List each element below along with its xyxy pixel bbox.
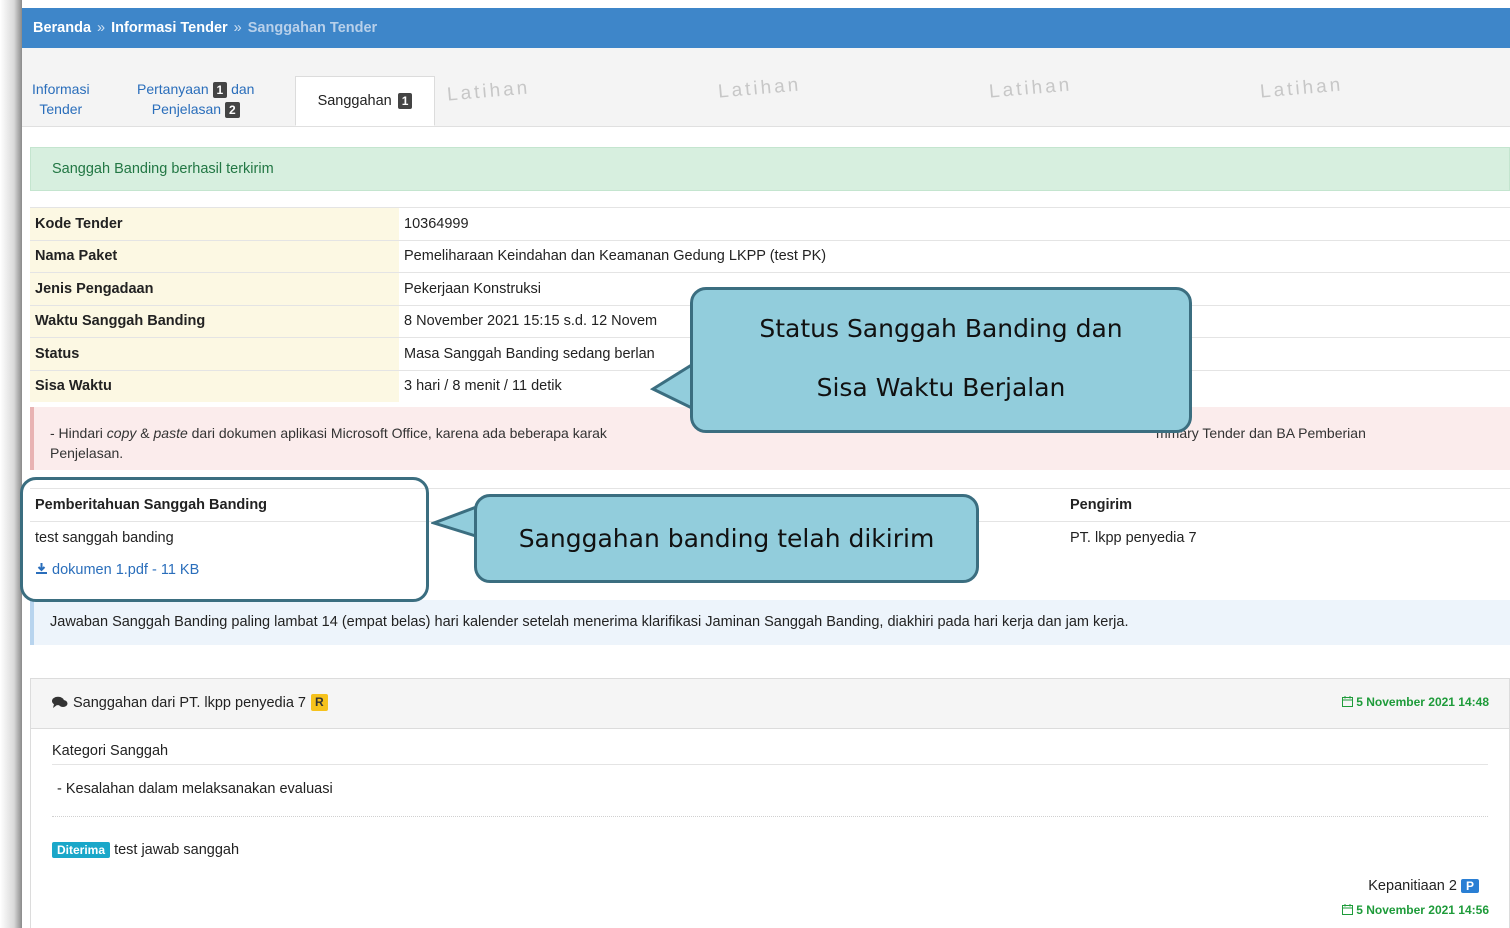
page-shadow	[0, 0, 22, 928]
row-key: Jenis Pengadaan	[30, 272, 399, 305]
row-value: 10364999	[399, 207, 1510, 240]
tab-pertanyaan-penjelasan[interactable]: Pertanyaan 1 dan Penjelasan 2	[137, 79, 254, 119]
status-callout: Status Sanggah Banding dan Sisa Waktu Be…	[690, 287, 1192, 433]
divider	[52, 816, 1488, 817]
warning-text: copy	[106, 425, 137, 441]
warning-text: dari dokumen aplikasi Microsoft Office, …	[187, 425, 607, 441]
row-key: Waktu Sanggah Banding	[30, 304, 399, 338]
row-key: Status	[30, 337, 399, 370]
breadcrumb-separator: »	[97, 20, 106, 36]
warning-text: - Hindari	[50, 425, 107, 441]
warning-text: &	[136, 425, 154, 441]
role-badge: P	[1460, 879, 1479, 893]
warning-text: Penjelasan.	[50, 445, 124, 461]
breadcrumb-tender-info[interactable]: Informasi Tender	[111, 20, 228, 36]
row-value: Pemeliharaan Keindahan dan Keamanan Gedu…	[399, 239, 1510, 273]
calendar-icon	[1341, 696, 1353, 707]
table-row: Nama Paket Pemeliharaan Keindahan dan Kea…	[30, 239, 1510, 273]
tab-informasi-tender[interactable]: Informasi Tender	[32, 79, 90, 119]
panel-date: 5 November 2021 14:48	[1341, 695, 1489, 709]
count-badge: 2	[224, 102, 240, 119]
panel-title: Sanggahan dari PT. lkpp penyedia 7	[73, 694, 306, 711]
row-key: Sisa Waktu	[30, 369, 399, 402]
callout-text: Status Sanggah Banding dan	[759, 314, 1123, 343]
tab-label: Tender	[39, 101, 83, 117]
calendar-icon	[1341, 904, 1353, 915]
count-badge: 1	[397, 93, 413, 109]
success-alert: Sanggah Banding berhasil terkirim	[30, 147, 1510, 191]
count-badge: 1	[212, 82, 228, 99]
page: Beranda » Informasi Tender » Sanggahan Tende…	[22, 8, 1510, 928]
notification-sender: PT. lkpp penyedia 7	[1070, 530, 1197, 546]
table-row: Kode Tender 10364999	[30, 207, 1510, 240]
header-sender: Pengirim	[1065, 488, 1510, 522]
watermark: Latihan	[717, 74, 803, 103]
category-label: Kategori Sanggah	[52, 743, 1488, 765]
answer-line: Diterima test jawab sanggah	[52, 842, 239, 858]
status-badge: Diterima	[52, 842, 111, 858]
watermark: Latihan	[988, 74, 1074, 103]
info-alert: Jawaban Sanggah Banding paling lambat 14…	[30, 600, 1510, 645]
callout-text: Sisa Waktu Berjalan	[816, 373, 1066, 402]
tab-label: dan	[231, 81, 255, 97]
answer-text: test jawab sanggah	[114, 842, 240, 858]
sanggahan-panel: Sanggahan dari PT. lkpp penyedia 7 R 5 N…	[30, 678, 1510, 928]
sent-callout: Sanggahan banding telah dikirim	[474, 494, 979, 583]
tab-label: Informasi	[32, 81, 90, 97]
tab-label: Penjelasan	[151, 101, 222, 117]
answer-date: 5 November 2021 14:56	[1341, 903, 1489, 917]
breadcrumb-home[interactable]: Beranda	[33, 20, 91, 36]
breadcrumb-separator: »	[233, 20, 242, 36]
row-key: Nama Paket	[30, 239, 399, 273]
tab-label: Sanggahan	[317, 93, 392, 109]
tab-label: Pertanyaan	[137, 81, 209, 97]
date-text: 5 November 2021 14:56	[1356, 903, 1489, 917]
breadcrumb-current: Sanggahan Tender	[247, 20, 378, 36]
date-text: 5 November 2021 14:48	[1356, 695, 1489, 709]
responder-name: Kepanitiaan 2	[1368, 878, 1457, 894]
row-key: Kode Tender	[30, 207, 399, 240]
tab-bar: Informasi Tender Pertanyaan 1 dan Penjel…	[22, 48, 1510, 127]
watermark: Latihan	[446, 77, 532, 106]
panel-header: Sanggahan dari PT. lkpp penyedia 7 R 5 N…	[31, 679, 1509, 729]
responder: Kepanitiaan 2 P	[1368, 877, 1479, 895]
panel-body: Kategori Sanggah - Kesalahan dalam melak…	[31, 729, 1509, 928]
tab-sanggahan[interactable]: Sanggahan 1	[295, 76, 435, 126]
watermark: Latihan	[1259, 74, 1345, 103]
highlight-frame	[20, 477, 429, 602]
category-item: - Kesalahan dalam melaksanakan evaluasi	[57, 781, 333, 797]
role-badge: R	[310, 694, 328, 711]
callout-text: Sanggahan banding telah dikirim	[518, 524, 935, 553]
breadcrumb: Beranda » Informasi Tender » Sanggahan Tende…	[22, 8, 1510, 48]
warning-text: paste	[153, 425, 188, 441]
comments-icon	[52, 696, 68, 708]
